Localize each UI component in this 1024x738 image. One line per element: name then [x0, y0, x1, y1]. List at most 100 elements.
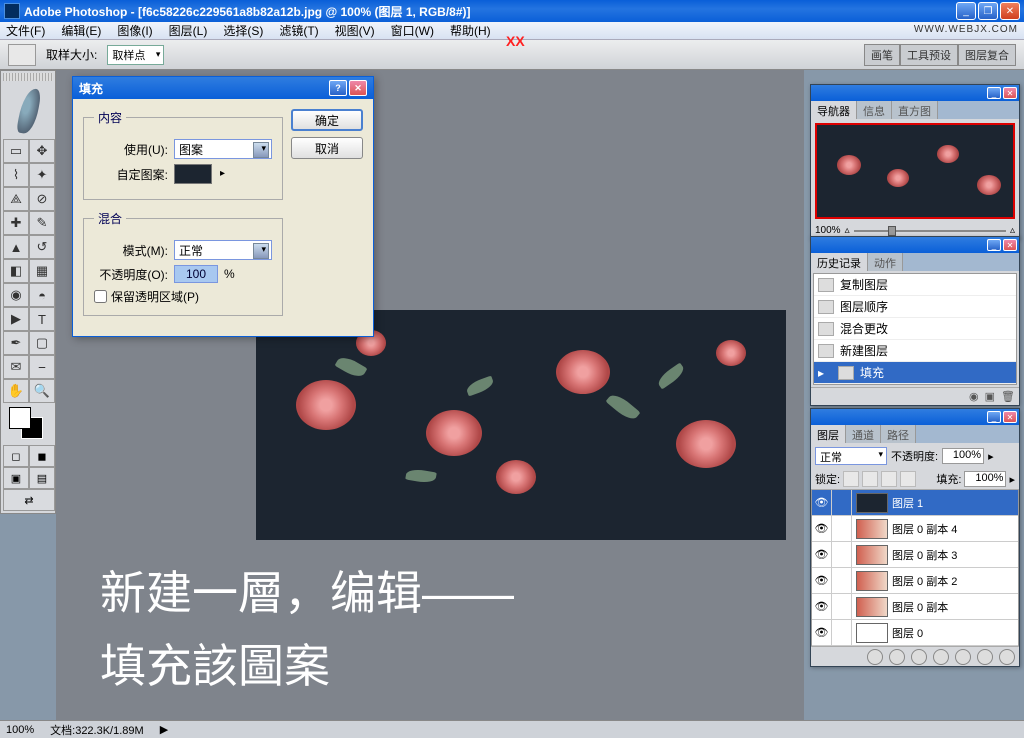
notes-tool[interactable]: ✉ — [3, 355, 29, 379]
panel-min-icon[interactable]: _ — [987, 411, 1001, 423]
standard-mode-button[interactable]: ◻ — [3, 445, 29, 467]
healing-tool[interactable]: ✚ — [3, 211, 29, 235]
visibility-icon[interactable]: 👁 — [812, 620, 832, 646]
menu-view[interactable]: 视图(V) — [335, 22, 375, 39]
use-dropdown[interactable]: 图案 — [174, 139, 272, 159]
tab-histogram[interactable]: 直方图 — [892, 101, 938, 119]
tab-actions[interactable]: 动作 — [868, 253, 903, 271]
layer-name[interactable]: 图层 1 — [892, 495, 923, 511]
color-swatches[interactable] — [3, 403, 55, 445]
dock-tab-comps[interactable]: 图层复合 — [958, 44, 1016, 66]
dock-tab-presets[interactable]: 工具预设 — [900, 44, 958, 66]
dock-tab-brushes[interactable]: 画笔 — [864, 44, 900, 66]
toolbox-grip[interactable] — [3, 73, 53, 81]
dialog-help-button[interactable]: ? — [329, 80, 347, 96]
maximize-button[interactable]: ❐ — [978, 2, 998, 20]
layer-row[interactable]: 👁 图层 0 副本 3 — [812, 542, 1018, 568]
layer-name[interactable]: 图层 0 副本 3 — [892, 547, 957, 563]
link-cell[interactable] — [832, 516, 852, 542]
slice-tool[interactable]: ⊘ — [29, 187, 55, 211]
layer-thumbnail[interactable] — [856, 493, 888, 513]
visibility-icon[interactable]: 👁 — [812, 542, 832, 568]
stamp-tool[interactable]: ▲ — [3, 235, 29, 259]
history-item[interactable]: 复制图层 — [814, 274, 1016, 296]
preserve-transparency-checkbox[interactable]: 保留透明区域(P) — [94, 288, 272, 305]
adjustment-layer-icon[interactable] — [933, 649, 949, 665]
menu-select[interactable]: 选择(S) — [223, 22, 263, 39]
dialog-titlebar[interactable]: 填充 ? ✕ — [73, 77, 373, 99]
new-doc-icon[interactable]: ▣ — [985, 390, 995, 403]
link-cell[interactable] — [832, 490, 852, 516]
fill-arrow-icon[interactable]: ▸ — [1009, 473, 1015, 486]
jump-to-button[interactable]: ⇄ — [3, 489, 55, 511]
new-layer-icon[interactable] — [977, 649, 993, 665]
zoom-in-icon[interactable]: ▵ — [1010, 225, 1015, 236]
screen-mode-1[interactable]: ▣ — [3, 467, 29, 489]
foreground-color[interactable] — [9, 407, 31, 429]
link-layers-icon[interactable] — [867, 649, 883, 665]
group-icon[interactable] — [955, 649, 971, 665]
move-tool[interactable]: ✥ — [29, 139, 55, 163]
opacity-field[interactable]: 100% — [942, 448, 984, 464]
zoom-out-icon[interactable]: ▵ — [845, 225, 850, 236]
canvas-image[interactable] — [256, 310, 786, 540]
pen-tool[interactable]: ✒ — [3, 331, 29, 355]
lock-position-icon[interactable] — [881, 471, 897, 487]
new-snapshot-icon[interactable]: ◉ — [969, 390, 979, 403]
layer-row[interactable]: 👁 图层 1 — [812, 490, 1018, 516]
menu-window[interactable]: 窗口(W) — [391, 22, 434, 39]
history-item[interactable]: 混合更改 — [814, 318, 1016, 340]
panel-min-icon[interactable]: _ — [987, 87, 1001, 99]
layer-name[interactable]: 图层 0 副本 4 — [892, 521, 957, 537]
tab-history[interactable]: 历史记录 — [811, 253, 868, 271]
shape-tool[interactable]: ▢ — [29, 331, 55, 355]
dodge-tool[interactable]: ◓ — [29, 283, 55, 307]
brush-tool[interactable]: ✎ — [29, 211, 55, 235]
layer-mask-icon[interactable] — [911, 649, 927, 665]
history-item[interactable]: 图层顺序 — [814, 296, 1016, 318]
visibility-icon[interactable]: 👁 — [812, 516, 832, 542]
tab-channels[interactable]: 通道 — [846, 425, 881, 443]
ok-button[interactable]: 确定 — [291, 109, 363, 131]
panel-min-icon[interactable]: _ — [987, 239, 1001, 251]
blend-mode-dropdown[interactable]: 正常 — [815, 447, 887, 465]
fill-field[interactable]: 100% — [964, 471, 1006, 487]
menu-layer[interactable]: 图层(L) — [169, 22, 208, 39]
status-arrow-icon[interactable]: ▶ — [160, 723, 168, 736]
dialog-close-button[interactable]: ✕ — [349, 80, 367, 96]
lasso-tool[interactable]: ⌇ — [3, 163, 29, 187]
zoom-slider[interactable] — [854, 230, 1006, 232]
link-cell[interactable] — [832, 594, 852, 620]
gradient-tool[interactable]: ▦ — [29, 259, 55, 283]
layer-row[interactable]: 👁 图层 0 副本 4 — [812, 516, 1018, 542]
layer-thumbnail[interactable] — [856, 519, 888, 539]
layer-row[interactable]: 👁图层 0 副本 2 — [812, 568, 1018, 594]
menu-image[interactable]: 图像(I) — [117, 22, 152, 39]
history-item[interactable]: ▸填充 — [814, 362, 1016, 384]
visibility-icon[interactable]: 👁 — [812, 594, 832, 620]
panel-close-icon[interactable]: ✕ — [1003, 411, 1017, 423]
type-tool[interactable]: T — [29, 307, 55, 331]
preserve-checkbox-input[interactable] — [94, 290, 107, 303]
layer-name[interactable]: 图层 0 — [892, 625, 923, 641]
delete-layer-icon[interactable] — [999, 649, 1015, 665]
eyedropper-tool[interactable]: ⎯ — [29, 355, 55, 379]
layer-thumbnail[interactable] — [856, 597, 888, 617]
layer-style-icon[interactable] — [889, 649, 905, 665]
panel-close-icon[interactable]: ✕ — [1003, 239, 1017, 251]
blur-tool[interactable]: ◉ — [3, 283, 29, 307]
menu-filter[interactable]: 滤镜(T) — [279, 22, 318, 39]
lock-pixels-icon[interactable] — [862, 471, 878, 487]
mode-dropdown[interactable]: 正常 — [174, 240, 272, 260]
menu-file[interactable]: 文件(F) — [6, 22, 45, 39]
visibility-icon[interactable]: 👁 — [812, 490, 832, 516]
hand-tool[interactable]: ✋ — [3, 379, 29, 403]
opacity-input[interactable] — [174, 265, 218, 283]
path-select-tool[interactable]: ▶ — [3, 307, 29, 331]
link-cell[interactable] — [832, 542, 852, 568]
menu-edit[interactable]: 编辑(E) — [61, 22, 101, 39]
lock-transparency-icon[interactable] — [843, 471, 859, 487]
wand-tool[interactable]: ✦ — [29, 163, 55, 187]
link-cell[interactable] — [832, 568, 852, 594]
tab-layers[interactable]: 图层 — [811, 425, 846, 443]
